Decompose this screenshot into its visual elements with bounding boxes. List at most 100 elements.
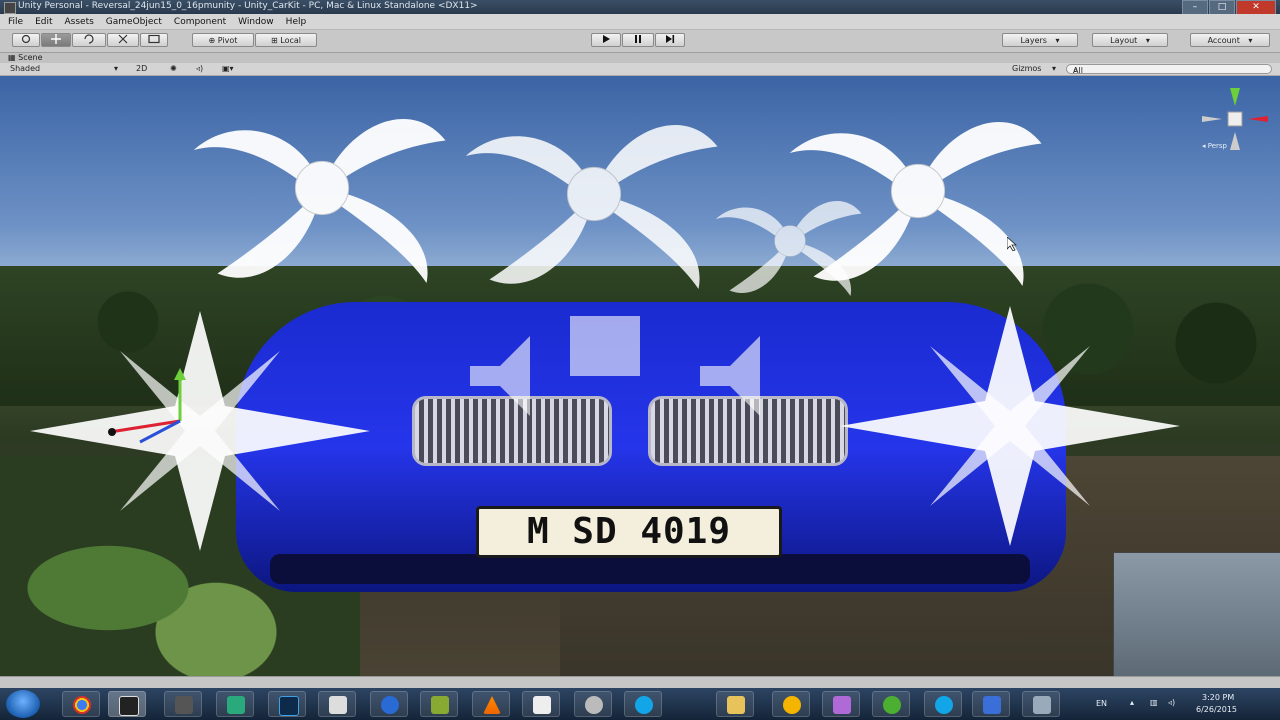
window-controls: – □ ✕	[1181, 0, 1276, 15]
window-title-bar: Unity Personal - Reversal_24jun15_0_16pm…	[0, 0, 1280, 15]
menu-help[interactable]: Help	[286, 17, 307, 27]
utorrent-icon	[883, 696, 901, 714]
system-tray: EN ▴ ▥ ◃) 3:20 PM 6/26/2015	[1090, 688, 1280, 720]
pivot-toggle-button[interactable]: ⊕ Pivot	[192, 33, 254, 47]
2d-toggle-button[interactable]: 2D	[136, 64, 147, 74]
menu-gameobject[interactable]: GameObject	[106, 17, 162, 27]
app-19-icon	[1033, 696, 1051, 714]
left-kidney-grille	[412, 396, 612, 466]
taskbar-photoshop[interactable]	[268, 691, 306, 717]
taskbar-chrome[interactable]	[62, 691, 100, 717]
main-toolbar: ⊕ Pivot ⊞ Local Layers Layout Account	[0, 30, 1280, 53]
taskbar-app-11[interactable]	[574, 691, 612, 717]
layers-label: Layers	[1020, 36, 1047, 45]
app-10-icon	[533, 696, 551, 714]
right-kidney-grille	[648, 396, 848, 466]
effects-toggle-icon[interactable]: ▣▾	[222, 64, 234, 74]
tab-scene[interactable]: ▦ Scene	[8, 53, 43, 63]
taskbar-app-8[interactable]	[420, 691, 458, 717]
taskbar-vlc[interactable]	[472, 691, 510, 717]
taskbar-app-15[interactable]	[822, 691, 860, 717]
taskbar-skype-2[interactable]	[924, 691, 962, 717]
lighting-toggle-icon[interactable]: ✺	[170, 64, 177, 74]
menu-assets[interactable]: Assets	[65, 17, 94, 27]
maximize-button[interactable]: □	[1209, 0, 1235, 15]
app-14-icon	[783, 696, 801, 714]
camera-preview-thumbnail	[1113, 552, 1280, 676]
taskbar-zbrush[interactable]	[318, 691, 356, 717]
layout-label: Layout	[1110, 36, 1138, 45]
pause-button[interactable]	[622, 33, 654, 47]
taskbar-app-3[interactable]	[164, 691, 202, 717]
play-icon	[603, 35, 610, 43]
hand-tool-icon[interactable]	[12, 33, 40, 47]
minimize-button[interactable]: –	[1182, 0, 1208, 15]
mouse-cursor-icon	[1007, 237, 1017, 251]
photoshop-icon	[279, 696, 299, 716]
app-15-icon	[833, 696, 851, 714]
tray-arrow-icon[interactable]: ▴	[1130, 698, 1134, 707]
clock-time[interactable]: 3:20 PM	[1202, 693, 1234, 702]
pivot-label: Pivot	[217, 36, 238, 45]
taskbar-app-19[interactable]	[1022, 691, 1060, 717]
language-indicator[interactable]: EN	[1096, 699, 1107, 708]
pause-icon	[635, 35, 641, 43]
start-button[interactable]	[6, 690, 40, 718]
step-icon	[666, 35, 675, 43]
taskbar-app-14[interactable]	[772, 691, 810, 717]
persp-text: Persp	[1207, 142, 1227, 150]
persp-label[interactable]: ◂ Persp	[1202, 142, 1227, 150]
app-11-icon	[585, 696, 603, 714]
skype-icon	[635, 696, 653, 714]
scale-tool-icon[interactable]	[107, 33, 139, 47]
play-button[interactable]	[591, 33, 621, 47]
network-icon[interactable]: ▥	[1150, 698, 1158, 707]
app-4-icon	[227, 696, 245, 714]
windows-taskbar: EN ▴ ▥ ◃) 3:20 PM 6/26/2015	[0, 688, 1280, 720]
audio-toggle-icon[interactable]: ◃)	[196, 64, 203, 74]
local-icon: ⊞	[271, 36, 281, 45]
rect-tool-icon[interactable]	[140, 33, 168, 47]
menu-edit[interactable]: Edit	[35, 17, 52, 27]
scene-view-toolbar: Shaded ▾ 2D ✺ ◃) ▣▾ Gizmos ▾ ⌕ All	[0, 63, 1280, 76]
local-toggle-button[interactable]: ⊞ Local	[255, 33, 317, 47]
app-7-icon	[381, 696, 399, 714]
scene-search-input[interactable]: ⌕ All	[1066, 64, 1272, 75]
step-button[interactable]	[655, 33, 685, 47]
taskbar-unity[interactable]	[108, 691, 146, 717]
taskbar-app-7[interactable]	[370, 691, 408, 717]
menu-component[interactable]: Component	[174, 17, 226, 27]
volume-icon[interactable]: ◃)	[1168, 698, 1175, 707]
menu-window[interactable]: Window	[238, 17, 274, 27]
scene-viewport[interactable]: M SD 4019 ◂ Persp	[0, 76, 1280, 676]
taskbar-app-10[interactable]	[522, 691, 560, 717]
layers-dropdown[interactable]: Layers	[1002, 33, 1078, 47]
gizmos-dropdown[interactable]: Gizmos	[1012, 64, 1041, 74]
zbrush-icon	[329, 696, 347, 714]
front-bumper	[270, 554, 1030, 584]
gizmos-dropdown-arrow: ▾	[1052, 64, 1057, 73]
wind-zone-icon	[193, 118, 446, 284]
wind-zone-icon	[465, 124, 718, 290]
clock-date[interactable]: 6/26/2015	[1196, 705, 1237, 714]
menu-file[interactable]: File	[8, 17, 23, 27]
scene-tab-row: ▦ Scene	[0, 53, 1280, 63]
shading-mode-dropdown[interactable]: Shaded	[10, 64, 40, 74]
unity-icon	[119, 696, 139, 716]
account-dropdown[interactable]: Account	[1190, 33, 1270, 47]
taskbar-folder[interactable]	[716, 691, 754, 717]
wind-zone-icon	[789, 121, 1042, 287]
rotate-tool-icon[interactable]	[72, 33, 106, 47]
taskbar-app-4[interactable]	[216, 691, 254, 717]
account-label: Account	[1207, 36, 1240, 45]
scene-tab-label: Scene	[18, 53, 43, 62]
folder-icon	[727, 696, 745, 714]
app-3-icon	[175, 696, 193, 714]
layout-dropdown[interactable]: Layout	[1092, 33, 1168, 47]
taskbar-app-18[interactable]	[972, 691, 1010, 717]
taskbar-utorrent[interactable]	[872, 691, 910, 717]
close-button[interactable]: ✕	[1236, 0, 1276, 15]
taskbar-skype-1[interactable]	[624, 691, 662, 717]
move-tool-icon[interactable]	[41, 33, 71, 47]
license-plate: M SD 4019	[476, 506, 782, 558]
